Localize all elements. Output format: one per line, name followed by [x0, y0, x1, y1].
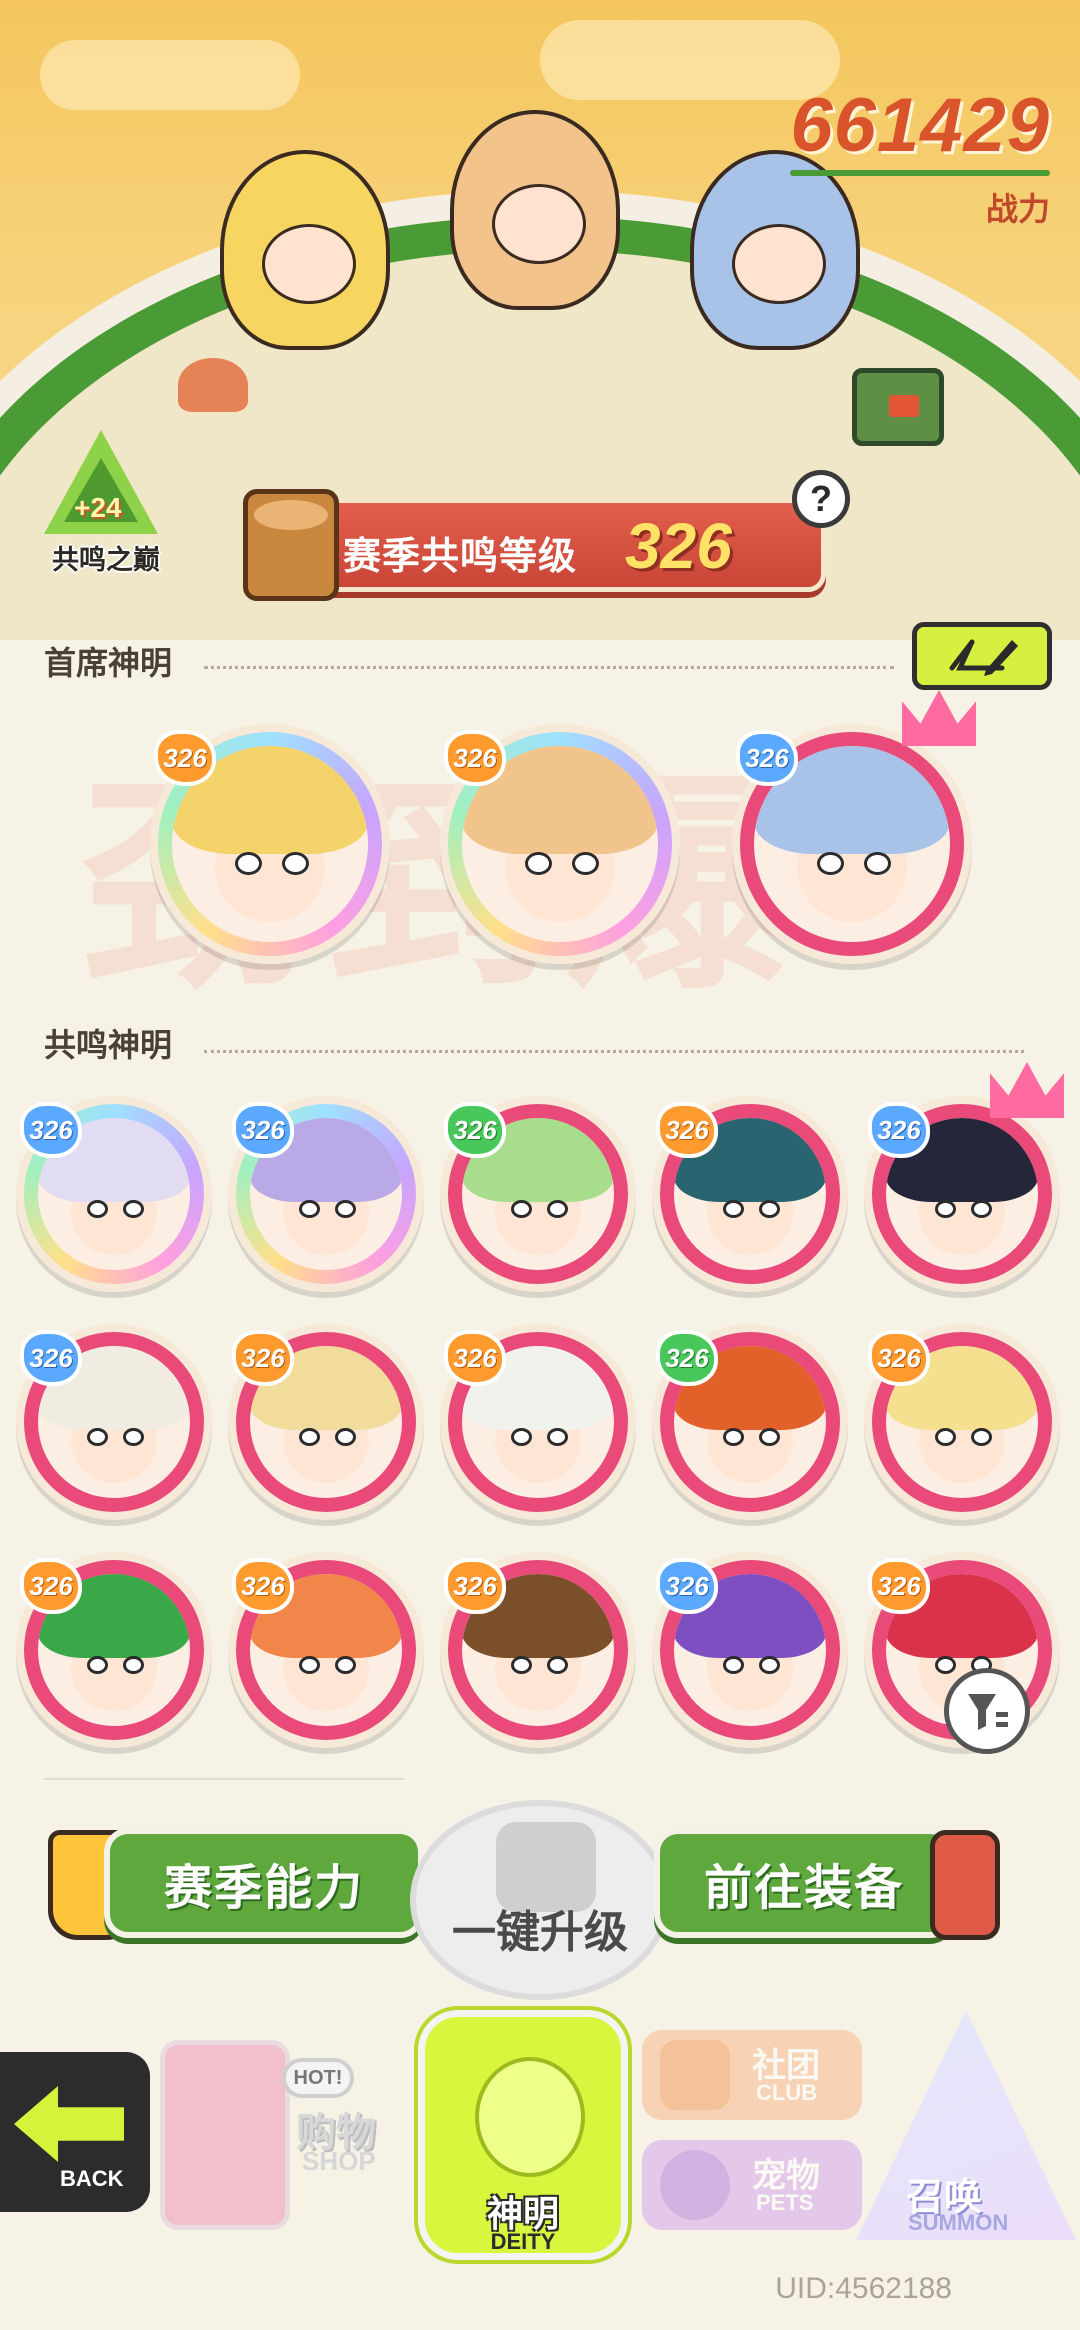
- one-click-upgrade-label: 一键升级: [452, 1908, 628, 1957]
- one-click-upgrade-button[interactable]: 一键升级: [410, 1800, 670, 2000]
- summon-tab-sublabel: SUMMON: [908, 2210, 1009, 2235]
- peak-label: 共鸣之巅: [52, 545, 160, 575]
- go-equip-button[interactable]: 前往装备: [654, 1828, 954, 1938]
- resonance-deity-card[interactable]: 326: [228, 1552, 424, 1748]
- combat-power-label: 战力: [985, 191, 1050, 227]
- resonance-deity-card[interactable]: 326: [652, 1096, 848, 1292]
- campfire-icon: [178, 358, 248, 412]
- resonance-deity-card[interactable]: 326: [652, 1324, 848, 1520]
- level-badge: 326: [232, 1102, 294, 1158]
- chief-deity-card[interactable]: 326: [150, 724, 390, 964]
- club-tab-sublabel: CLUB: [756, 2080, 818, 2105]
- level-badge: 326: [20, 1102, 82, 1158]
- level-badge: 326: [444, 730, 506, 786]
- resonance-peak-badge[interactable]: +24 共鸣之巅: [36, 430, 166, 575]
- level-badge: 326: [444, 1102, 506, 1158]
- level-badge: 326: [868, 1558, 930, 1614]
- club-tab[interactable]: 社团 CLUB: [642, 2030, 862, 2120]
- pencil-icon: [949, 639, 1018, 676]
- back-arrow-icon: [14, 2086, 124, 2162]
- radio-icon[interactable]: [852, 368, 944, 446]
- level-badge: 326: [20, 1558, 82, 1614]
- combat-power-display: 661429 战力: [790, 88, 1050, 230]
- level-badge: 326: [868, 1330, 930, 1386]
- vending-machine-icon[interactable]: [160, 2040, 290, 2230]
- resonance-deity-section-title: 共鸣神明: [44, 1027, 173, 1063]
- user-id: UID:4562188: [775, 2272, 952, 2305]
- chief-deity-section-title: 首席神明: [44, 645, 173, 681]
- level-badge: 326: [232, 1558, 294, 1614]
- pets-tab-sublabel: PETS: [756, 2190, 814, 2215]
- level-badge: 326: [444, 1558, 506, 1614]
- section-divider: [204, 1050, 1024, 1053]
- club-bag-icon: [660, 2040, 730, 2110]
- peak-bonus: +24: [74, 492, 122, 523]
- chief-deity-card[interactable]: 326: [440, 724, 680, 964]
- hammer-icon: [930, 1830, 1000, 1940]
- resonance-deity-card[interactable]: 326: [16, 1324, 212, 1520]
- cloud-decoration: [40, 40, 300, 110]
- deity-tab[interactable]: 神明 DEITY: [418, 2010, 628, 2260]
- filter-button[interactable]: [944, 1668, 1030, 1754]
- chief-deity-figure-2: [450, 110, 620, 310]
- level-badge: 326: [736, 730, 798, 786]
- resonance-deity-card[interactable]: 326: [652, 1552, 848, 1748]
- season-resonance-level-bar[interactable]: 赛季共鸣等级 326: [243, 489, 826, 601]
- level-badge: 326: [20, 1330, 82, 1386]
- divider: [44, 1778, 404, 1780]
- resonance-deity-card[interactable]: 326: [440, 1096, 636, 1292]
- combat-power-underline: [790, 170, 1050, 176]
- season-ability-button[interactable]: 赛季能力: [104, 1828, 424, 1938]
- drum-icon: [243, 489, 339, 601]
- resonance-deity-card[interactable]: 326: [440, 1324, 636, 1520]
- resonance-deity-card[interactable]: 326: [16, 1552, 212, 1748]
- level-badge: 326: [656, 1102, 718, 1158]
- level-badge: 326: [868, 1102, 930, 1158]
- pet-icon: [660, 2150, 730, 2220]
- section-divider: [204, 666, 894, 669]
- level-badge: 326: [656, 1558, 718, 1614]
- shop-hot-badge: HOT!: [282, 2058, 354, 2098]
- resonance-deity-card[interactable]: 326: [864, 1324, 1060, 1520]
- shop-tab-sublabel: SHOP: [302, 2146, 376, 2176]
- resonance-deity-card[interactable]: 326: [440, 1552, 636, 1748]
- chief-deity-card[interactable]: 326: [732, 724, 972, 964]
- deity-mascot-icon: [475, 2057, 585, 2177]
- level-badge: 326: [232, 1330, 294, 1386]
- combat-power-value: 661429: [790, 83, 1050, 168]
- back-button[interactable]: BACK: [0, 2052, 150, 2212]
- deity-tab-sublabel: DEITY: [490, 2229, 556, 2254]
- crown-icon: [990, 1062, 1064, 1118]
- level-badge: 326: [444, 1330, 506, 1386]
- level-badge: 326: [656, 1330, 718, 1386]
- edit-button[interactable]: [912, 622, 1052, 690]
- help-button[interactable]: ?: [792, 470, 850, 528]
- chief-deity-figure-1: [220, 150, 390, 350]
- level-badge: 326: [154, 730, 216, 786]
- resonance-deity-card[interactable]: 326: [228, 1096, 424, 1292]
- resonance-deity-card[interactable]: 326: [16, 1096, 212, 1292]
- resonance-deity-card[interactable]: 326: [864, 1096, 1060, 1292]
- resonance-deity-card[interactable]: 326: [228, 1324, 424, 1520]
- resonance-label: 赛季共鸣等级: [343, 536, 578, 578]
- crown-icon: [902, 690, 976, 746]
- filter-icon: [968, 1694, 1008, 1730]
- pets-tab[interactable]: 宠物 PETS: [642, 2140, 862, 2230]
- resonance-level-value: 326: [625, 510, 732, 582]
- back-label: BACK: [60, 2166, 124, 2191]
